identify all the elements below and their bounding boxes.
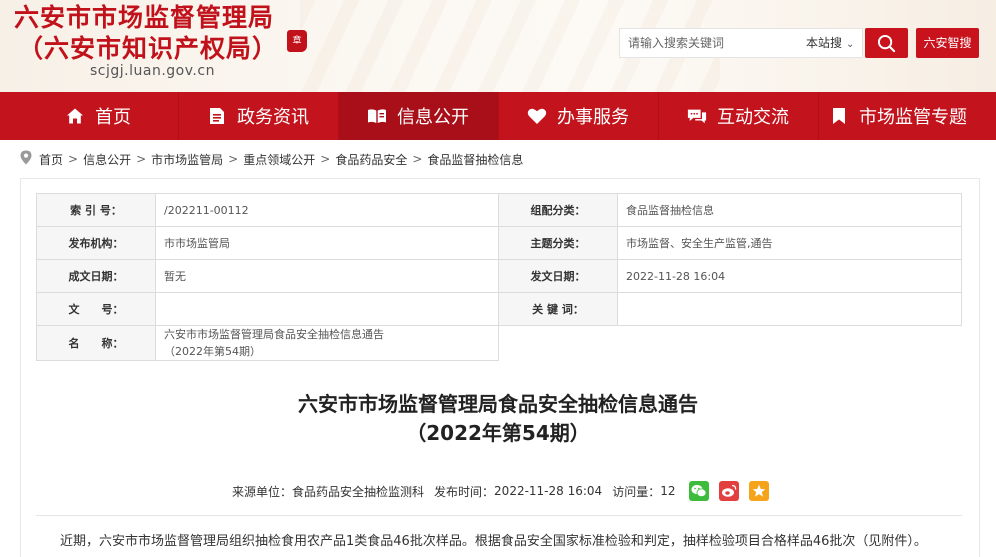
time-value: 2022-11-28 16:04	[494, 484, 603, 498]
nav-item-special-topics[interactable]: 市场监管专题	[818, 92, 978, 140]
source-value: 食品药品安全抽检监测科	[292, 484, 425, 499]
wechat-share-icon[interactable]	[689, 481, 710, 501]
nav-item-home[interactable]: 首页	[18, 92, 178, 140]
site-title-line2: （六安市知识产权局）	[18, 34, 279, 63]
favorite-star-icon[interactable]	[749, 481, 770, 501]
article-meta: 来源单位： 食品药品安全抽检监测科 发布时间： 2022-11-28 16:04…	[232, 481, 770, 501]
site-title[interactable]: 六安市市场监督管理局 （六安市知识产权局）	[14, 2, 278, 64]
search-input[interactable]	[620, 29, 800, 57]
breadcrumb-item[interactable]: 食品药品安全	[335, 151, 407, 168]
nav-label: 办事服务	[557, 107, 629, 128]
meta-label: 发文日期：	[498, 259, 618, 293]
nav-label: 市场监管专题	[859, 107, 967, 128]
smart-search-button[interactable]: 六安智搜	[916, 28, 979, 58]
location-pin-icon	[20, 150, 32, 168]
nav-item-info-public[interactable]: 信息公开	[338, 92, 498, 140]
breadcrumb-item[interactable]: 首页	[39, 151, 63, 168]
meta-row: 发布机构： 市市场监管局 主题分类： 市场监督、安全生产监管,通告	[36, 226, 962, 260]
article-title: 六安市市场监督管理局食品安全抽检信息通告 （2022年第54期）	[0, 390, 996, 448]
meta-row: 文 号： 关 键 词：	[36, 292, 962, 326]
views-value: 12	[660, 484, 676, 498]
divider	[36, 515, 962, 516]
document-icon	[207, 106, 227, 126]
nav-label: 政务资讯	[237, 107, 309, 128]
meta-value: 暂无	[155, 259, 499, 293]
nav-item-news[interactable]: 政务资讯	[178, 92, 338, 140]
meta-label: 文 号：	[36, 292, 156, 326]
breadcrumb-separator: >	[136, 152, 147, 166]
site-title-line1: 六安市市场监督管理局	[14, 3, 275, 32]
meta-row: 名 称： 六安市市场监督管理局食品安全抽检信息通告 （2022年第54期）	[36, 325, 962, 361]
main-nav: 首页 政务资讯 信息公开 办事服务 互动交流 市场监管专题	[0, 92, 996, 140]
meta-value: /202211-00112	[155, 193, 499, 227]
search-scope-dropdown[interactable]: 本站搜 ⌄	[806, 29, 854, 57]
nav-label: 互动交流	[717, 107, 789, 128]
nav-label: 首页	[95, 107, 131, 128]
article-paragraph: 近期，六安市市场监督管理局组织抽检食用农产品1类食品46批次样品。根据食品安全国…	[60, 534, 927, 549]
weibo-share-icon[interactable]	[719, 481, 740, 501]
breadcrumb-separator: >	[320, 152, 331, 166]
breadcrumb-separator: >	[68, 152, 79, 166]
search-button[interactable]	[865, 28, 908, 58]
meta-value	[155, 292, 499, 326]
meta-label: 主题分类：	[498, 226, 618, 260]
meta-label: 名 称：	[36, 325, 156, 361]
meta-value: 六安市市场监督管理局食品安全抽检信息通告 （2022年第54期）	[155, 325, 499, 361]
meta-value: 市市场监管局	[155, 226, 499, 260]
breadcrumb-separator: >	[228, 152, 239, 166]
nav-label: 信息公开	[397, 107, 469, 128]
article-title-line1: 六安市市场监督管理局食品安全抽检信息通告	[298, 392, 698, 416]
meta-value: 食品监督抽检信息	[617, 193, 962, 227]
home-icon	[65, 106, 85, 126]
meta-label: 发布机构：	[36, 226, 156, 260]
meta-name-line1: 六安市市场监督管理局食品安全抽检信息通告	[164, 328, 384, 341]
heart-icon	[527, 106, 547, 126]
meta-value: 2022-11-28 16:04	[617, 259, 962, 293]
breadcrumb-item[interactable]: 市市场监管局	[151, 151, 223, 168]
breadcrumb-separator: >	[412, 152, 423, 166]
meta-row: 索 引 号： /202211-00112 组配分类： 食品监督抽检信息	[36, 193, 962, 227]
meta-label: 组配分类：	[498, 193, 618, 227]
nav-item-services[interactable]: 办事服务	[498, 92, 658, 140]
meta-value: 市场监督、安全生产监管,通告	[617, 226, 962, 260]
meta-name-line2: （2022年第54期）	[164, 345, 261, 358]
site-domain: scjgj.luan.gov.cn	[90, 63, 215, 79]
article-title-line2: （2022年第54期）	[406, 421, 590, 445]
bookmark-icon	[829, 106, 849, 126]
breadcrumb-item[interactable]: 重点领域公开	[243, 151, 315, 168]
search-box: 本站搜⌄	[619, 28, 863, 58]
meta-label: 关 键 词：	[498, 292, 618, 326]
meta-label: 索 引 号：	[36, 193, 156, 227]
search-icon	[877, 34, 896, 53]
source-label: 来源单位：	[232, 484, 293, 499]
breadcrumb-item[interactable]: 食品监督抽检信息	[427, 151, 523, 168]
article-body: 近期，六安市市场监督管理局组织抽检食用农产品1类食品46批次样品。根据食品安全国…	[60, 531, 960, 553]
chevron-down-icon: ⌄	[846, 39, 855, 50]
open-book-icon	[367, 106, 387, 126]
seal-stamp: 章	[287, 30, 307, 52]
chat-icon	[687, 106, 707, 126]
breadcrumb-item[interactable]: 信息公开	[83, 151, 131, 168]
site-header: 六安市市场监督管理局 （六安市知识产权局） 章 scjgj.luan.gov.c…	[0, 0, 996, 92]
meta-value	[617, 292, 962, 326]
meta-row: 成文日期： 暂无 发文日期： 2022-11-28 16:04	[36, 259, 962, 293]
document-meta-table: 索 引 号： /202211-00112 组配分类： 食品监督抽检信息 发布机构…	[36, 193, 962, 361]
nav-item-interaction[interactable]: 互动交流	[658, 92, 818, 140]
search-scope-label: 本站搜	[806, 36, 843, 50]
breadcrumb: 首页 > 信息公开 > 市市场监管局 > 重点领域公开 > 食品药品安全 > 食…	[20, 150, 523, 168]
views-label: 访问量：	[612, 484, 661, 499]
meta-label: 成文日期：	[36, 259, 156, 293]
time-label: 发布时间：	[434, 484, 495, 499]
